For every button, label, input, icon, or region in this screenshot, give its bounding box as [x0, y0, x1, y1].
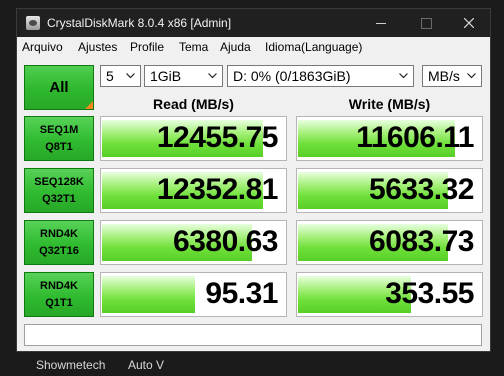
menu-ajuda[interactable]: Ajuda	[220, 40, 251, 54]
footer-watermark: Showmetech	[36, 358, 106, 372]
menu-bar: Arquivo Ajustes Profile Tema Ajuda Idiom…	[17, 37, 490, 57]
drive-select[interactable]: D: 0% (0/1863GiB)	[227, 65, 414, 87]
window-title: CrystalDiskMark 8.0.4 x86 [Admin]	[47, 16, 232, 30]
chevron-down-icon	[126, 73, 135, 79]
count-select[interactable]: 5	[100, 65, 141, 87]
test-rnd4k-q32t16-button[interactable]: RND4K Q32T16	[24, 220, 94, 265]
write-value: 11606.11	[356, 121, 474, 154]
run-all-button[interactable]: All	[24, 65, 94, 110]
test-queue: Q32T1	[42, 193, 76, 205]
write-value: 6083.73	[369, 225, 474, 258]
write-result-cell: 6083.73	[296, 220, 483, 265]
test-queue: Q8T1	[45, 141, 73, 153]
read-header: Read (MB/s)	[153, 96, 234, 112]
test-rnd4k-q1t1-button[interactable]: RND4K Q1T1	[24, 272, 94, 317]
chevron-down-icon	[467, 73, 476, 79]
footer-mode: Auto V	[128, 358, 165, 372]
test-name: SEQ128K	[34, 176, 84, 188]
test-queue: Q32T16	[39, 245, 79, 257]
read-value: 95.31	[205, 277, 278, 310]
test-queue: Q1T1	[45, 297, 73, 309]
test-seq128k-q32t1-button[interactable]: SEQ128K Q32T1	[24, 168, 94, 213]
crystaldiskmark-window: CrystalDiskMark 8.0.4 x86 [Admin] Arquiv…	[16, 8, 491, 352]
comment-input[interactable]	[24, 324, 482, 346]
test-name: RND4K	[40, 228, 78, 240]
size-value: 1GiB	[150, 68, 182, 84]
test-name: RND4K	[40, 280, 78, 292]
read-result-cell: 12352.81	[100, 168, 287, 213]
read-result-cell: 6380.63	[100, 220, 287, 265]
menu-arquivo[interactable]: Arquivo	[22, 40, 63, 54]
write-result-cell: 11606.11	[296, 116, 483, 161]
write-header: Write (MB/s)	[348, 96, 431, 112]
close-icon	[464, 18, 474, 28]
read-bar	[102, 276, 195, 313]
menu-idioma[interactable]: Idioma(Language)	[265, 40, 362, 54]
test-seq1m-q8t1-button[interactable]: SEQ1M Q8T1	[24, 116, 94, 161]
size-select[interactable]: 1GiB	[144, 65, 223, 87]
test-name: SEQ1M	[39, 124, 79, 136]
read-result-cell: 95.31	[100, 272, 287, 317]
menu-profile[interactable]: Profile	[130, 40, 164, 54]
app-icon	[26, 16, 40, 30]
write-result-cell: 5633.32	[296, 168, 483, 213]
drive-value: D: 0% (0/1863GiB)	[233, 68, 351, 84]
title-bar[interactable]: CrystalDiskMark 8.0.4 x86 [Admin]	[17, 9, 490, 37]
read-value: 12455.75	[156, 121, 279, 154]
corner-marker-icon	[85, 101, 93, 109]
maximize-button[interactable]	[406, 9, 446, 37]
chevron-down-icon	[399, 73, 408, 79]
unit-select[interactable]: MB/s	[422, 65, 482, 87]
read-result-cell: 12455.75	[100, 116, 287, 161]
menu-ajustes[interactable]: Ajustes	[78, 40, 117, 54]
unit-value: MB/s	[428, 68, 460, 84]
run-all-label: All	[49, 79, 69, 96]
menu-tema[interactable]: Tema	[179, 40, 208, 54]
count-value: 5	[106, 68, 114, 84]
chevron-down-icon	[208, 73, 217, 79]
minimize-button[interactable]	[361, 9, 401, 37]
read-value: 12352.81	[156, 173, 279, 206]
write-value: 353.55	[385, 277, 474, 310]
read-value: 6380.63	[173, 225, 278, 258]
write-value: 5633.32	[369, 173, 474, 206]
close-button[interactable]	[449, 9, 489, 37]
write-result-cell: 353.55	[296, 272, 483, 317]
